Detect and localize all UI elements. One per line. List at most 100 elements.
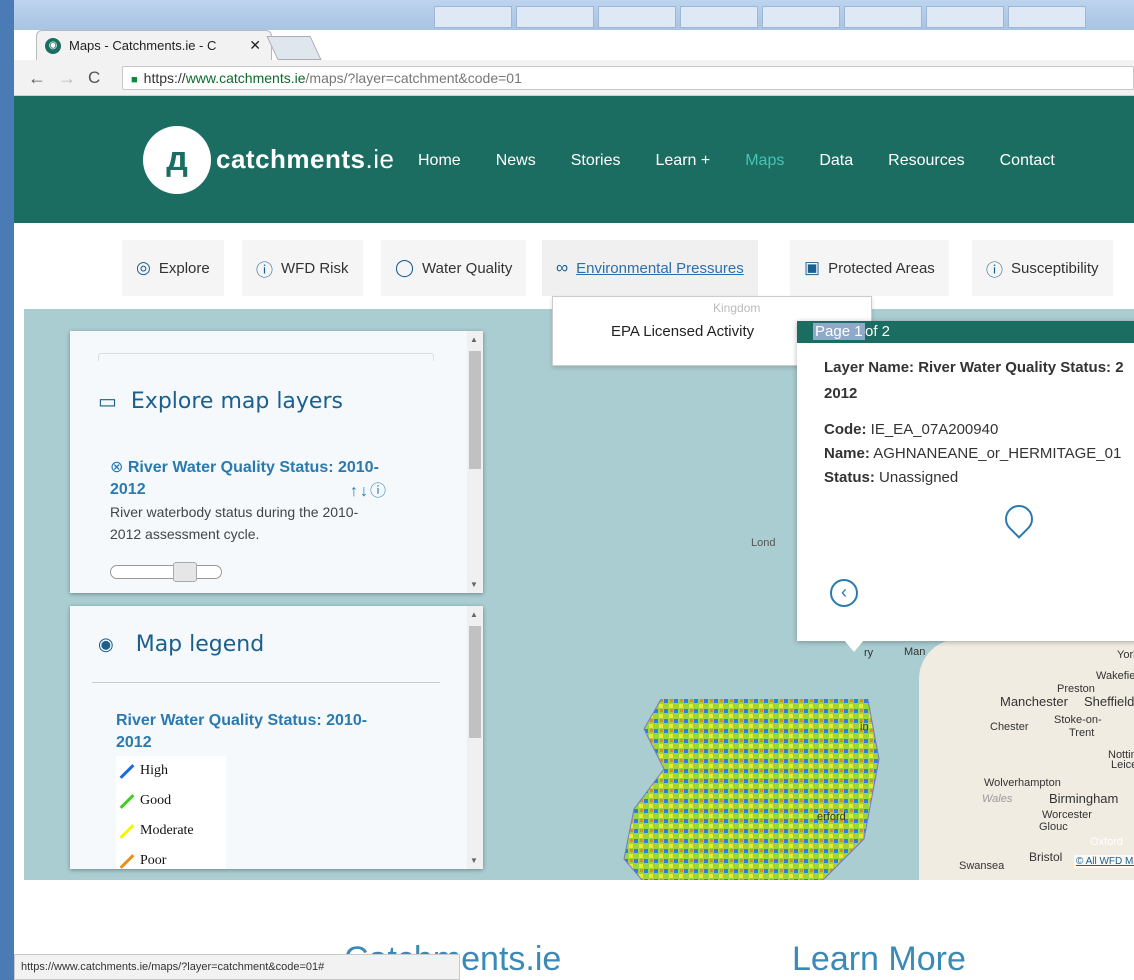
legend-swatch-good [119, 793, 135, 809]
name-value: AGHNANEANE_or_HERMITAGE_01 [873, 445, 1122, 462]
popup-page-label: Page 1 [813, 323, 865, 340]
explore-panel-scrollbar[interactable]: ▲ ▼ [467, 331, 483, 593]
tab-explore[interactable]: ◎ Explore [122, 240, 224, 296]
move-up-icon[interactable]: ↑ [350, 483, 360, 500]
panel-top-edge [98, 353, 434, 361]
browser-status-bar: https://www.catchments.ie/maps/?layer=ca… [14, 954, 460, 980]
back-arrow-icon[interactable]: ← [28, 68, 46, 89]
ribbon-styles [434, 6, 1134, 28]
catchments-logo-icon[interactable]: д [143, 126, 211, 194]
map-label-manchester: Manchester [1000, 694, 1068, 709]
layer-name-label: Layer Name: [824, 359, 915, 376]
zoom-to-feature-pin-icon[interactable] [999, 499, 1039, 539]
map-label-chester: Chester [990, 721, 1029, 733]
nav-stories[interactable]: Stories [571, 152, 621, 170]
map-label-wales: Wales [982, 793, 1013, 805]
map-label-york: York [1117, 649, 1134, 661]
tab-wfd-risk[interactable]: ⓘ WFD Risk [242, 240, 363, 296]
lock-icon: ■ [131, 74, 138, 86]
opacity-slider[interactable] [110, 562, 222, 582]
dropdown-faint-label: Kingdom [713, 301, 761, 315]
tab-water-quality[interactable]: ◯ Water Quality [381, 240, 527, 296]
tab-susceptibility[interactable]: ⓘ Susceptibility [972, 240, 1113, 296]
opacity-slider-handle[interactable] [173, 562, 197, 582]
previous-page-icon[interactable]: ‹ [830, 579, 858, 607]
reload-icon[interactable]: C [88, 68, 100, 88]
nav-news[interactable]: News [496, 152, 536, 170]
legend-label-high: High [140, 763, 168, 778]
legend-divider [92, 682, 440, 683]
nav-data[interactable]: Data [819, 152, 853, 170]
legend-layer-title-line2: 2012 [116, 734, 152, 751]
layer-info-icon[interactable]: ⓘ [370, 483, 388, 500]
browser-tab[interactable]: ◉ Maps - Catchments.ie - C ✕ [36, 30, 272, 60]
footer-learn-more-title: Learn More [792, 940, 966, 978]
scroll-thumb[interactable] [469, 626, 481, 738]
map-label-trent: Trent [1069, 727, 1095, 739]
forward-arrow-icon[interactable]: → [58, 68, 76, 89]
nav-learn[interactable]: Learn + [656, 152, 711, 170]
nav-contact[interactable]: Contact [1000, 152, 1055, 170]
layer-title: ⊗ River Water Quality Status: 2010- 2012… [110, 457, 410, 501]
water-drop-icon: ◯ [395, 258, 415, 277]
tab-protected-areas[interactable]: ▣ Protected Areas [790, 240, 949, 296]
tab-wfd-risk-label: WFD Risk [281, 259, 349, 277]
legend-swatch-moderate [119, 823, 135, 839]
legend-heading: ◉ Map legend [98, 632, 264, 657]
map-label-stoke: Stoke-on- [1054, 714, 1102, 726]
address-bar[interactable]: ■ https://www.catchments.ie/maps/?layer=c… [122, 66, 1134, 90]
map-label-wolverhampton: Wolverhampton [984, 777, 1061, 789]
legend-label-poor: Poor [140, 853, 167, 868]
site-header: д catchments.ie Home News Stories Learn … [14, 96, 1134, 223]
scroll-down-icon[interactable]: ▼ [470, 856, 478, 865]
remove-layer-icon[interactable]: ⊗ [110, 459, 123, 476]
map-label-sheffield: Sheffield [1084, 694, 1134, 709]
map-attribution[interactable]: © All WFD Ma [1074, 855, 1134, 868]
legend-label-moderate: Moderate [140, 823, 194, 838]
map-label-wakefield: Wakefield [1096, 670, 1134, 682]
map-label-birmingham: Birmingham [1049, 791, 1119, 806]
info-icon: ⓘ [986, 260, 1003, 280]
browser-toolbar: ← → C ■ https://www.catchments.ie/maps/?l… [14, 60, 1134, 96]
legend-panel-title: Map legend [135, 632, 265, 657]
ribbon-style [434, 6, 512, 28]
map-label-leicester: Leiceste [1111, 759, 1134, 771]
nav-home[interactable]: Home [418, 152, 461, 170]
popup-page-of: of 2 [865, 323, 891, 340]
location-pin-icon: ◎ [136, 258, 151, 277]
map-label-worcester: Worcester [1042, 809, 1092, 821]
browser-window: ◉ Maps - Catchments.ie - C ✕ ← → C ■ http… [14, 0, 1134, 980]
map-label-in: in [860, 721, 869, 733]
ribbon-style [762, 6, 840, 28]
status-label: Status: [824, 469, 875, 486]
tab-explore-label: Explore [158, 259, 210, 277]
map-label-erford: erford [817, 811, 846, 823]
ireland-water-quality-map [623, 699, 880, 880]
explore-layers-panel: ▭ Explore map layers ⊗ River Water Quali… [70, 331, 483, 593]
layer-entry: ⊗ River Water Quality Status: 2010- 2012… [110, 457, 410, 545]
map-label-lond: Lond [751, 537, 776, 549]
nav-resources[interactable]: Resources [888, 152, 964, 170]
ribbon-style [598, 6, 676, 28]
close-tab-icon[interactable]: ✕ [249, 37, 261, 54]
scroll-up-icon[interactable]: ▲ [470, 610, 478, 619]
legend-panel-scrollbar[interactable]: ▲ ▼ [467, 606, 483, 869]
alert-icon: ⓘ [256, 260, 273, 280]
layer-description-line1: River waterbody status during the 2010- [110, 504, 359, 520]
map-label-ry: ry [864, 647, 874, 659]
nav-maps[interactable]: Maps [745, 152, 784, 170]
layer-controls: ↑↓ⓘ [350, 481, 388, 503]
site-logo[interactable]: catchments.ie [216, 144, 394, 175]
scroll-thumb[interactable] [469, 351, 481, 469]
map-credit-oxford: Oxford [1090, 836, 1124, 848]
new-tab-button[interactable] [266, 36, 322, 60]
tab-environmental-pressures[interactable]: ∞ Environmental Pressures [542, 240, 758, 296]
code-label: Code: [824, 421, 867, 438]
scroll-up-icon[interactable]: ▲ [470, 335, 478, 344]
status-value: Unassigned [879, 469, 959, 486]
dropdown-item-epa-licensed-activity[interactable]: EPA Licensed Activity [611, 323, 754, 340]
layer-name-value-line1: River Water Quality Status: 2 [918, 359, 1124, 376]
scroll-down-icon[interactable]: ▼ [470, 580, 478, 589]
move-down-icon[interactable]: ↓ [360, 483, 370, 500]
tab-susceptibility-label: Susceptibility [1011, 259, 1099, 277]
